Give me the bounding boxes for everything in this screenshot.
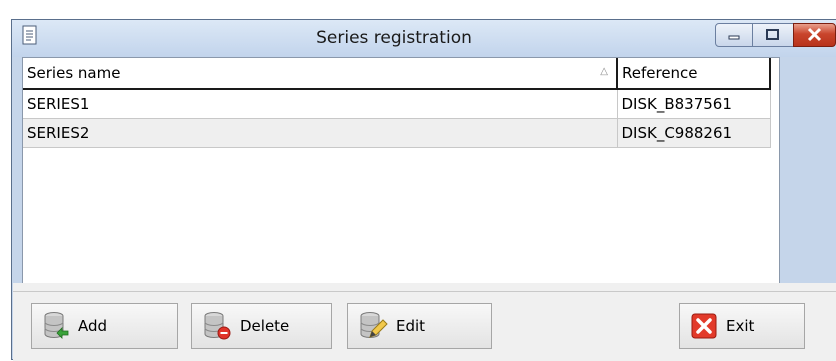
column-header-label: Series name: [27, 64, 121, 82]
cell-reference: DISK_B837561: [617, 89, 771, 119]
minimize-button[interactable]: [715, 23, 753, 47]
column-header-series-name[interactable]: Series name △: [23, 58, 618, 90]
delete-button-label: Delete: [240, 317, 290, 335]
maximize-button[interactable]: [752, 23, 794, 47]
column-header-label: Reference: [622, 64, 698, 82]
series-grid[interactable]: Series name △ Reference SERIES1 DISK_B83…: [22, 57, 780, 284]
table-row[interactable]: SERIES1 DISK_B837561: [23, 89, 771, 119]
close-button[interactable]: [793, 23, 836, 47]
edit-button-label: Edit: [396, 317, 426, 335]
sort-ascending-icon: △: [600, 66, 608, 77]
series-registration-window: Series registration Series name △ Refere…: [11, 19, 836, 361]
cell-series-name: SERIES1: [23, 89, 618, 119]
database-add-icon: [44, 312, 69, 339]
exit-button-label: Exit: [726, 317, 755, 335]
add-button[interactable]: Add: [31, 303, 178, 349]
edit-button[interactable]: Edit: [347, 303, 492, 349]
cell-reference: DISK_C988261: [617, 118, 771, 148]
exit-button[interactable]: Exit: [679, 303, 805, 349]
cell-series-name: SERIES2: [23, 118, 618, 148]
table-header-row: Series name △ Reference: [23, 58, 771, 90]
window-controls: [715, 23, 836, 48]
database-edit-icon: [360, 312, 388, 338]
title-bar[interactable]: Series registration: [12, 20, 836, 57]
series-table: Series name △ Reference SERIES1 DISK_B83…: [23, 58, 771, 148]
window-title: Series registration: [316, 28, 472, 48]
close-icon: [807, 27, 822, 42]
grid-bottom-margin: [13, 283, 836, 291]
exit-icon: [691, 313, 717, 339]
column-header-reference[interactable]: Reference: [617, 58, 771, 90]
delete-button[interactable]: Delete: [191, 303, 332, 349]
maximize-icon: [766, 29, 779, 40]
table-row[interactable]: SERIES2 DISK_C988261: [23, 118, 771, 148]
database-delete-icon: [204, 312, 231, 340]
minimize-icon: [728, 35, 740, 40]
add-button-label: Add: [78, 317, 108, 335]
button-toolbar: Add Delete Edit Exit: [13, 291, 836, 361]
